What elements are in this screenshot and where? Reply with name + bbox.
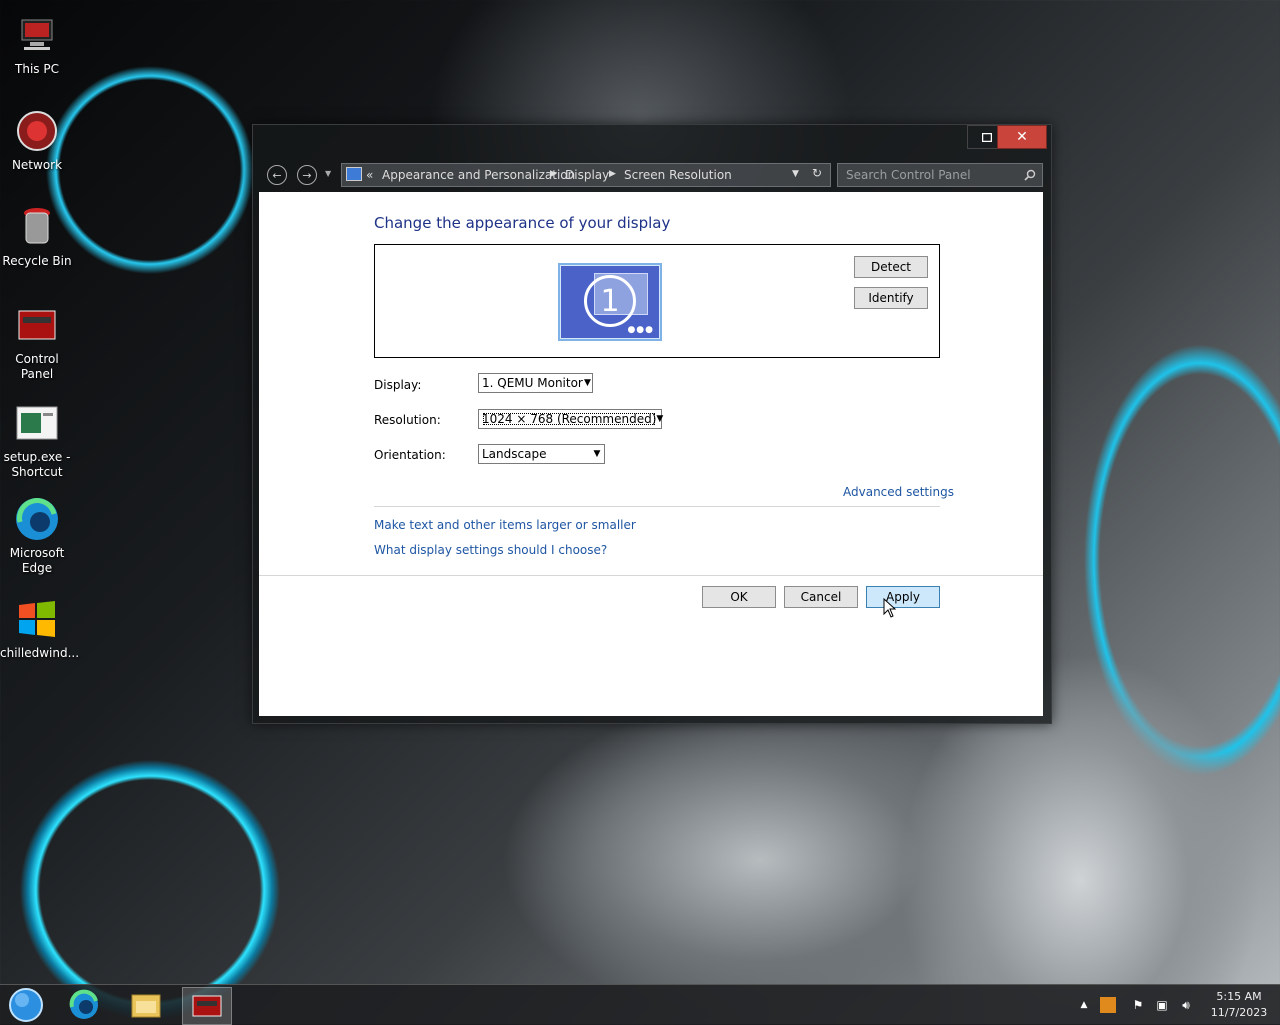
clock[interactable]: 5:15 AM 11/7/2023 <box>1204 989 1274 1021</box>
desktop-icon-label: This PC <box>15 62 59 76</box>
clock-date: 11/7/2023 <box>1210 1006 1268 1019</box>
desktop-icon-label: chilledwind... <box>0 646 80 660</box>
desktop-icon-edge[interactable]: Microsoft Edge <box>0 496 74 576</box>
breadcrumb-display[interactable]: Display <box>565 168 609 182</box>
taskbar-edge[interactable] <box>60 987 108 1023</box>
divider <box>374 506 940 507</box>
monitor-taskbar-dots: ●●● <box>627 325 654 335</box>
monitor-number: 1 <box>584 275 636 327</box>
advanced-settings-link[interactable]: Advanced settings <box>843 485 954 499</box>
identify-button[interactable]: Identify <box>854 287 928 309</box>
network-icon <box>14 108 60 154</box>
folder-icon <box>131 994 161 1018</box>
forward-button[interactable]: → <box>297 165 317 185</box>
forward-arrow-icon: → <box>302 168 312 182</box>
close-button[interactable]: ✕ <box>997 125 1047 149</box>
recent-pages-dropdown[interactable]: ▼ <box>325 169 331 178</box>
mouse-cursor-icon <box>883 598 897 618</box>
control-panel-icon <box>192 995 222 1017</box>
back-button[interactable]: ← <box>267 165 287 185</box>
title-bar[interactable]: ✕ <box>253 125 1051 157</box>
desktop-icon-label: Control Panel <box>15 352 59 381</box>
resolution-select[interactable]: 1024 × 768 (Recommended) ▼ <box>478 409 664 429</box>
refresh-icon[interactable]: ↻ <box>812 166 822 180</box>
recycle-bin-icon <box>14 204 60 250</box>
cancel-button[interactable]: Cancel <box>784 586 858 608</box>
tray-app-icon[interactable] <box>1100 997 1116 1013</box>
clock-time: 5:15 AM <box>1216 990 1262 1003</box>
windows-logo-icon <box>14 596 60 642</box>
taskbar-file-explorer[interactable] <box>122 987 170 1023</box>
chevron-down-icon: ▼ <box>656 414 664 424</box>
action-center-flag-icon[interactable]: ⚑ <box>1130 997 1146 1013</box>
back-arrow-icon: ← <box>272 168 282 182</box>
desktop-icon-recycle-bin[interactable]: Recycle Bin <box>0 204 74 269</box>
taskbar: ▲ ⚑ ▣ 🔊︎ 5:15 AM 11/7/2023 <box>0 984 1280 1025</box>
orientation-label: Orientation: <box>374 448 446 462</box>
display-label: Display: <box>374 378 422 392</box>
desktop-icon-this-pc[interactable]: This PC <box>0 12 74 77</box>
edge-icon <box>14 496 60 542</box>
detect-button[interactable]: Detect <box>854 256 928 278</box>
breadcrumb-appearance[interactable]: Appearance and Personalization <box>382 168 575 182</box>
resolution-label: Resolution: <box>374 413 441 427</box>
display-preview-area: 1 ●●● Detect Identify <box>374 244 940 358</box>
show-hidden-icons-chevron-icon[interactable]: ▲ <box>1076 997 1092 1013</box>
navigation-bar: ← → ▼ « Appearance and Personalization ▶… <box>259 163 1045 187</box>
screen-resolution-panel: Change the appearance of your display 1 … <box>259 192 1043 716</box>
breadcrumb-screen-resolution[interactable]: Screen Resolution <box>624 168 732 182</box>
chevron-down-icon: ▼ <box>593 449 601 459</box>
breadcrumb-overflow[interactable]: « <box>366 168 373 182</box>
search-box[interactable]: Search Control Panel <box>837 163 1043 187</box>
search-input[interactable]: Search Control Panel <box>846 168 971 182</box>
desktop-icon-label: setup.exe - Shortcut <box>3 450 71 479</box>
orientation-select-value: Landscape <box>482 447 547 461</box>
breadcrumb-separator-icon: ▶ <box>550 169 557 179</box>
monitor-1-tile[interactable]: 1 ●●● <box>558 263 662 341</box>
page-title: Change the appearance of your display <box>374 214 671 232</box>
apply-button[interactable]: Apply <box>866 586 940 608</box>
start-orb-icon <box>9 988 43 1022</box>
ok-button[interactable]: OK <box>702 586 776 608</box>
desktop-icon-setup-shortcut[interactable]: setup.exe - Shortcut <box>0 400 74 480</box>
desktop-icon-network[interactable]: Network <box>0 108 74 173</box>
address-bar[interactable]: « Appearance and Personalization ▶ Displ… <box>341 163 831 187</box>
chevron-down-icon: ▼ <box>583 378 591 388</box>
setup-shortcut-icon <box>14 400 60 446</box>
close-icon: ✕ <box>1016 129 1028 145</box>
desktop-icon-label: Network <box>11 158 63 172</box>
control-panel-icon <box>14 302 60 348</box>
breadcrumb-separator-icon: ▶ <box>609 169 616 179</box>
volume-icon[interactable]: 🔊︎ <box>1178 997 1194 1013</box>
footer-divider <box>259 575 1043 576</box>
taskbar-control-panel[interactable] <box>182 987 232 1025</box>
desktop-icon-label: Recycle Bin <box>2 254 72 268</box>
resolution-select-value: 1024 × 768 (Recommended) <box>482 412 657 426</box>
desktop-icon-label: Microsoft Edge <box>9 546 65 575</box>
search-icon <box>1024 169 1036 181</box>
desktop-icon-chilledwindows[interactable]: chilledwind... <box>0 596 80 661</box>
desktop-icon-control-panel[interactable]: Control Panel <box>0 302 74 382</box>
network-tray-icon[interactable]: ▣ <box>1154 997 1170 1013</box>
start-button[interactable] <box>2 987 50 1023</box>
address-dropdown-icon[interactable]: ▼ <box>792 169 799 179</box>
edge-icon <box>69 989 98 1019</box>
computer-icon <box>14 12 60 58</box>
display-help-link[interactable]: What display settings should I choose? <box>374 543 607 557</box>
maximize-icon <box>982 132 992 142</box>
control-panel-icon <box>346 167 362 181</box>
text-size-link[interactable]: Make text and other items larger or smal… <box>374 518 636 532</box>
display-select-value: 1. QEMU Monitor <box>482 376 583 390</box>
display-select[interactable]: 1. QEMU Monitor ▼ <box>478 373 593 393</box>
orientation-select[interactable]: Landscape ▼ <box>478 444 605 464</box>
